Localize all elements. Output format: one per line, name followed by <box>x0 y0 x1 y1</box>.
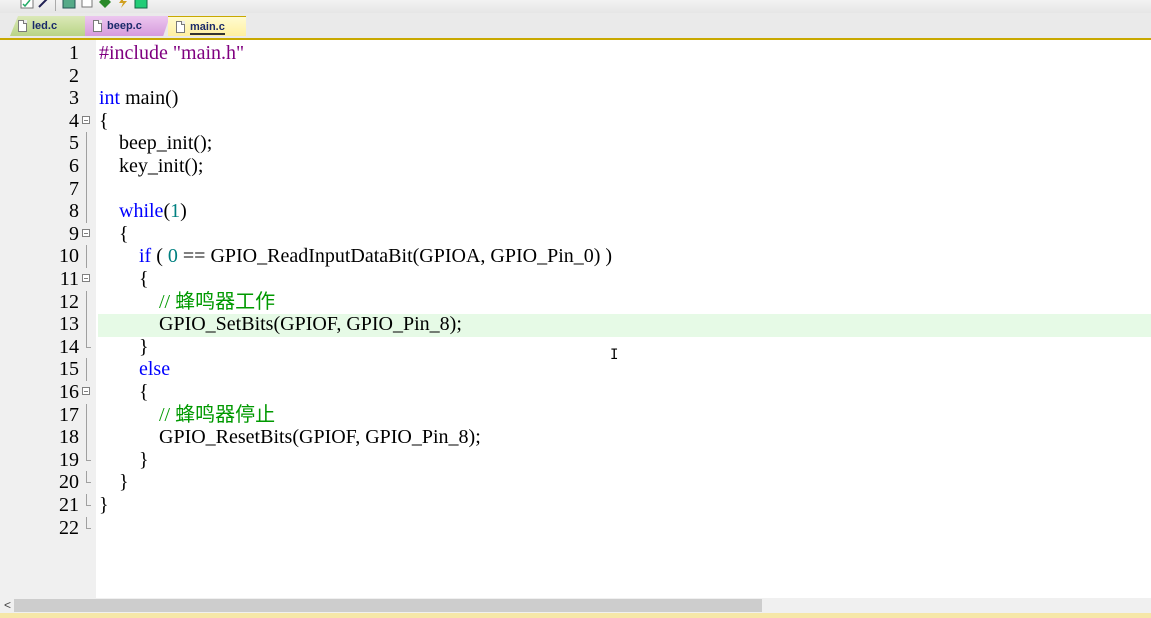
fold-toggle-icon[interactable] <box>80 381 92 404</box>
line-number: 18 <box>59 426 79 449</box>
code-line: { <box>99 268 149 290</box>
bolt-icon[interactable] <box>116 0 130 9</box>
fold-line-marker <box>80 132 92 155</box>
fold-end-marker <box>80 516 92 540</box>
fold-line-marker <box>80 426 92 449</box>
horizontal-scrollbar[interactable]: < <box>0 598 1151 613</box>
code-line: key_init(); <box>99 155 204 177</box>
fold-line-marker <box>80 200 92 223</box>
code-line: } <box>99 471 129 494</box>
fold-toggle-icon[interactable] <box>80 223 92 246</box>
tab-led-c[interactable]: led.c <box>10 16 85 36</box>
file-tabs: led.c beep.c main.c <box>0 13 1151 40</box>
line-number: 9 <box>69 222 79 245</box>
fold-line-marker <box>80 245 92 268</box>
code-line: // 蜂鸣器停止 <box>159 403 276 426</box>
status-strip <box>0 613 1151 618</box>
wand-icon[interactable] <box>37 0 51 9</box>
line-number: 12 <box>59 290 79 313</box>
line-number: 6 <box>69 155 79 177</box>
line-number: 20 <box>59 471 79 494</box>
line-number: 5 <box>69 132 79 155</box>
code-line: while(1) <box>119 200 187 223</box>
scrollbar-thumb[interactable] <box>14 599 762 612</box>
fold-line-marker <box>80 290 92 314</box>
fold-line-marker <box>80 403 92 427</box>
code-line: if ( 0 == GPIO_ReadInputDataBit(GPIOA, G… <box>139 245 613 268</box>
line-number: 16 <box>59 381 79 403</box>
code-line: #include "main.h" <box>99 42 245 64</box>
line-number: 3 <box>69 87 79 110</box>
line-number: 1 <box>69 42 79 64</box>
checklist-icon[interactable] <box>20 0 34 9</box>
fold-line-marker <box>80 313 92 336</box>
fold-line-marker <box>80 358 92 381</box>
window-icon[interactable] <box>62 0 76 9</box>
line-number: 19 <box>59 448 79 471</box>
fold-end-marker <box>80 494 92 517</box>
fold-line-marker <box>80 177 92 201</box>
fold-toggle-icon[interactable] <box>80 110 92 133</box>
line-number: 15 <box>59 358 79 381</box>
line-number: 21 <box>59 494 79 516</box>
line-number: 8 <box>69 200 79 223</box>
fold-line-marker <box>80 155 92 178</box>
line-number: 14 <box>59 335 79 358</box>
tab-label: beep.c <box>107 20 142 32</box>
tab-main-c[interactable]: main.c <box>168 16 246 36</box>
code-line: GPIO_SetBits(GPIOF, GPIO_Pin_8); <box>99 313 462 336</box>
line-number: 13 <box>59 313 79 336</box>
fold-end-marker <box>80 471 92 494</box>
code-line: int main() <box>99 87 179 110</box>
code-line: } <box>99 335 149 358</box>
line-number: 17 <box>59 403 79 426</box>
code-line: { <box>99 222 129 245</box>
code-line: else <box>139 358 171 381</box>
file-icon <box>18 20 27 32</box>
tab-label: main.c <box>190 21 225 35</box>
file-icon <box>93 20 102 32</box>
line-number: 2 <box>69 64 79 87</box>
line-number: 11 <box>59 268 79 290</box>
code-line: { <box>99 109 109 132</box>
code-line: } <box>99 448 149 471</box>
code-line: } <box>99 494 109 516</box>
code-line: GPIO_ResetBits(GPIOF, GPIO_Pin_8); <box>99 426 481 449</box>
code-line: beep_init(); <box>99 132 213 155</box>
line-number: 10 <box>59 245 79 268</box>
line-number: 22 <box>59 516 79 539</box>
copy-icon[interactable] <box>80 0 94 9</box>
tab-beep-c[interactable]: beep.c <box>85 16 170 36</box>
code-line: { <box>99 381 149 403</box>
file-icon <box>176 21 185 33</box>
text-cursor-icon: I <box>610 347 619 363</box>
image-icon[interactable] <box>134 0 148 9</box>
scroll-left-arrow-icon[interactable]: < <box>4 598 11 613</box>
fold-toggle-icon[interactable] <box>80 268 92 291</box>
line-number: 7 <box>69 177 79 200</box>
toolbar <box>0 0 1151 13</box>
fold-end-marker <box>80 335 92 359</box>
tab-label: led.c <box>32 20 58 32</box>
code-line: // 蜂鸣器工作 <box>159 290 276 313</box>
line-number: 4 <box>69 109 79 132</box>
fold-end-marker <box>80 448 92 472</box>
diamond-icon[interactable] <box>98 0 112 9</box>
